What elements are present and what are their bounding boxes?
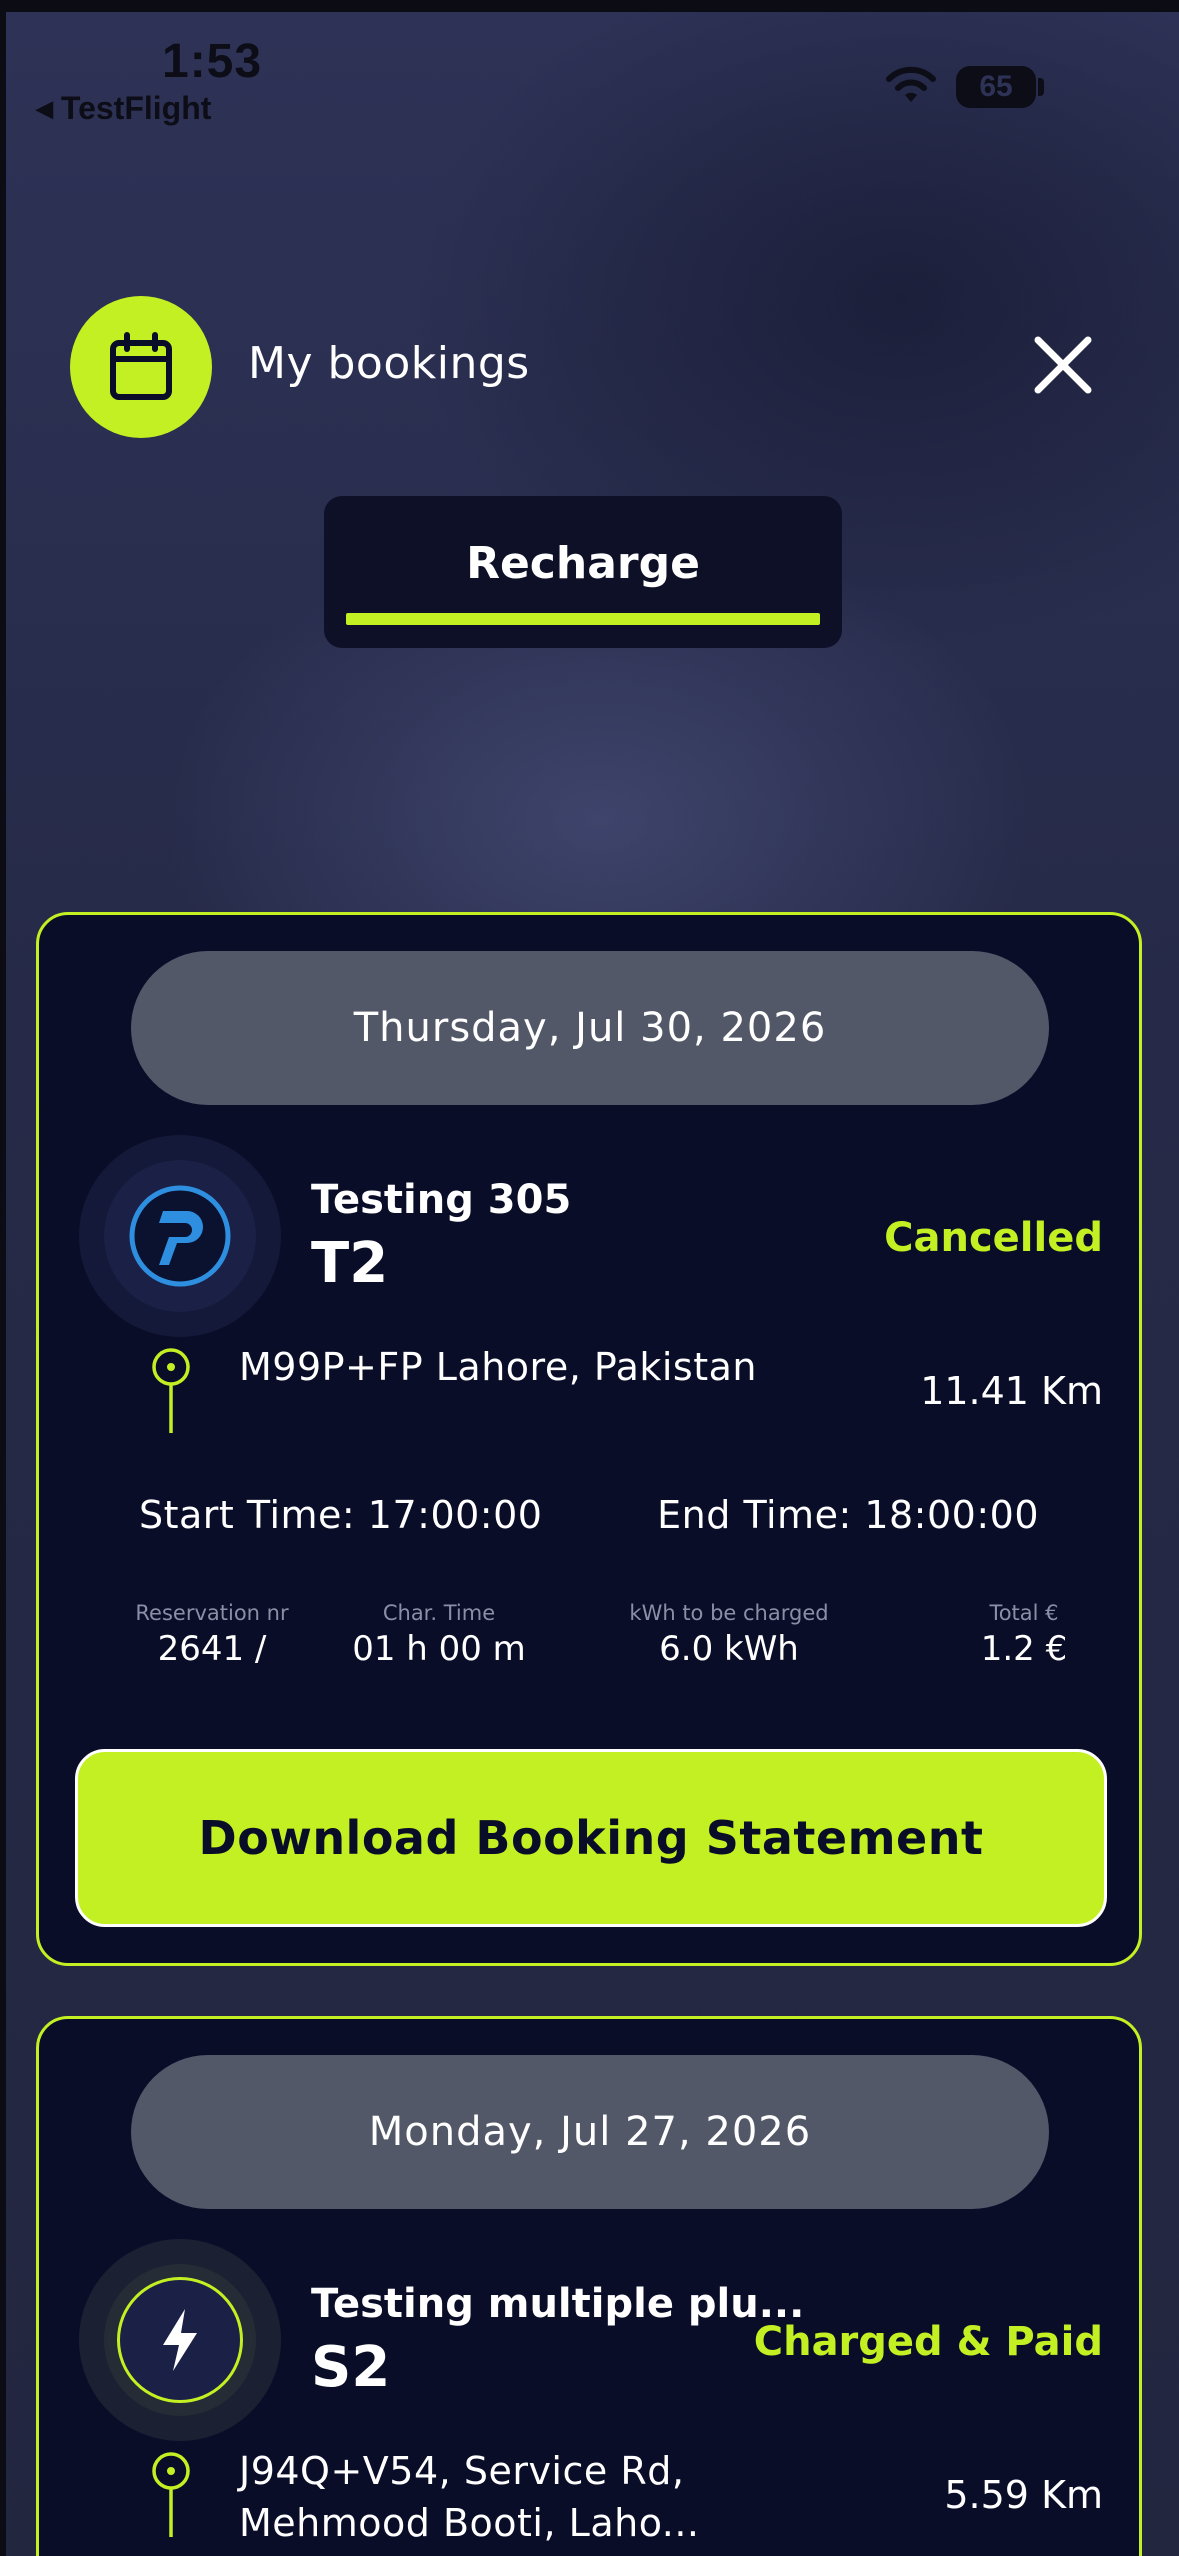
battery-indicator: 65 <box>956 66 1036 108</box>
tab-bar: Recharge <box>324 496 842 648</box>
header-calendar-badge <box>70 296 212 438</box>
booking-date: Monday, Jul 27, 2026 <box>131 2055 1049 2209</box>
end-time: End Time: 18:00:00 <box>657 1493 1039 1537</box>
kwh-value: 6.0 kWh <box>659 1629 799 1669</box>
station-distance: 5.59 Km <box>944 2473 1103 2517</box>
charging-time: Char. Time 01 h 00 m <box>339 1601 539 1669</box>
station-name: Testing 305 <box>311 1177 572 1223</box>
station-name: Testing multiple plu... <box>311 2281 805 2327</box>
calendar-icon <box>110 332 172 400</box>
back-triangle-icon: ◀ <box>36 96 53 121</box>
close-icon[interactable] <box>1028 330 1098 400</box>
operator-logo-icon <box>129 1185 231 1287</box>
lightning-bolt-icon <box>163 2309 197 2371</box>
screen-left-edge <box>0 0 6 2556</box>
station-address: J94Q+V54, Service Rd, Mehmood Booti, Lah… <box>239 2449 700 2545</box>
total-value: 1.2 € <box>980 1629 1068 1669</box>
station-code: T2 <box>311 1231 389 1296</box>
location-pin-icon <box>152 2452 190 2537</box>
back-label: TestFlight <box>60 90 212 126</box>
download-booking-statement-button[interactable]: Download Booking Statement <box>75 1749 1107 1927</box>
booking-card[interactable]: Thursday, Jul 30, 2026 Testing 305 T2 Ca… <box>36 912 1142 1966</box>
kwh-to-charge: kWh to be charged 6.0 kWh <box>599 1601 859 1669</box>
status-badge: Cancelled <box>884 1215 1103 1261</box>
tab-active-indicator <box>346 613 820 625</box>
page-title: My bookings <box>248 338 530 389</box>
reservation-value: 2641 / <box>157 1629 267 1669</box>
booking-card[interactable]: Monday, Jul 27, 2026 Testing multiple pl… <box>36 2016 1142 2556</box>
back-to-testflight[interactable]: ◀ TestFlight <box>36 90 211 127</box>
screen-top-edge <box>0 0 1179 12</box>
status-badge: Charged & Paid <box>753 2319 1103 2365</box>
station-address: M99P+FP Lahore, Pakistan <box>239 1345 757 1389</box>
station-distance: 11.41 Km <box>920 1369 1103 1413</box>
battery-cap <box>1038 78 1044 96</box>
total-price: Total € 1.2 € <box>939 1601 1109 1669</box>
char-time-label: Char. Time <box>382 1601 496 1625</box>
booking-date: Thursday, Jul 30, 2026 <box>131 951 1049 1105</box>
start-time: Start Time: 17:00:00 <box>139 1493 543 1537</box>
kwh-label: kWh to be charged <box>629 1601 829 1625</box>
reservation-number: Reservation nr 2641 / <box>117 1601 307 1669</box>
reservation-label: Reservation nr <box>135 1601 289 1625</box>
station-logo <box>79 1135 281 1337</box>
char-time-value: 01 h 00 m <box>352 1629 526 1669</box>
station-logo <box>79 2239 281 2441</box>
total-label: Total € <box>989 1601 1059 1625</box>
station-code: S2 <box>311 2335 391 2400</box>
status-time: 1:53 <box>162 35 263 88</box>
tab-recharge[interactable]: Recharge <box>324 538 842 589</box>
location-pin-icon <box>152 1348 190 1433</box>
wifi-icon <box>886 66 936 102</box>
